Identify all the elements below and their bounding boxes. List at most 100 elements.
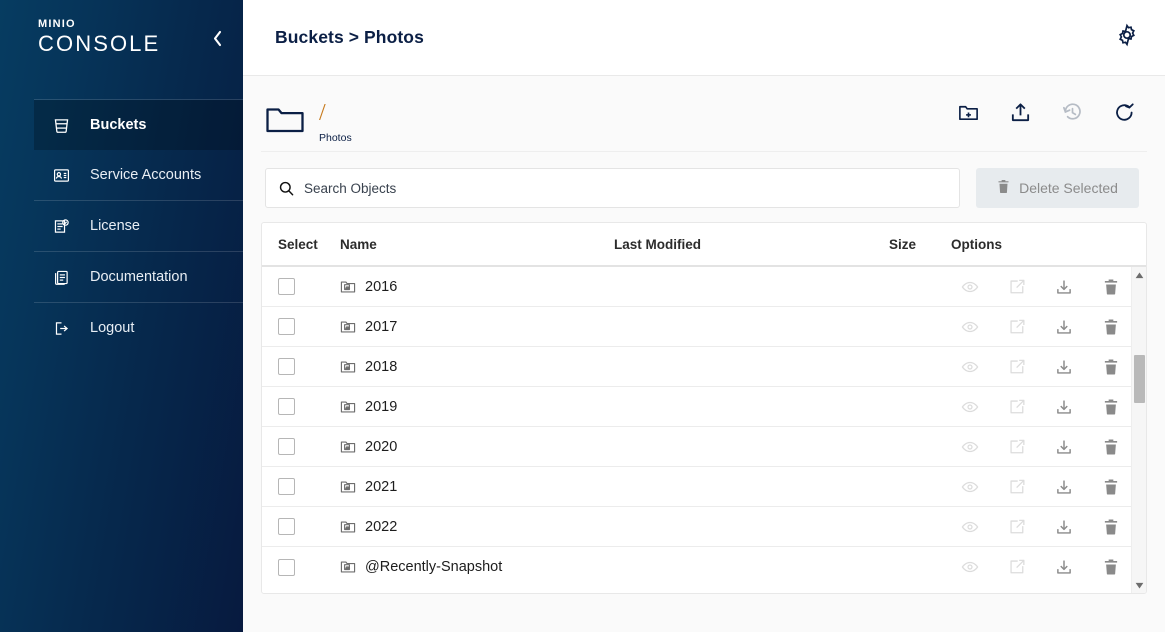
delete-icon[interactable] (1101, 317, 1121, 337)
upload-icon (1009, 101, 1032, 129)
table-row[interactable]: @Recently-Snapshot (262, 547, 1131, 587)
column-header-size: Size (889, 237, 951, 252)
settings-button[interactable] (1111, 22, 1143, 54)
version-history-button[interactable] (1059, 102, 1085, 128)
sidebar-item-label: Logout (90, 320, 134, 336)
delete-icon[interactable] (1101, 397, 1121, 417)
preview-icon[interactable] (960, 317, 980, 337)
delete-selected-button[interactable]: Delete Selected (976, 168, 1139, 208)
preview-icon[interactable] (960, 477, 980, 497)
row-name-cell[interactable]: 2019 (340, 399, 614, 415)
content-panel: / Photos (243, 76, 1165, 632)
sidebar-item-label: Buckets (90, 117, 146, 133)
row-options-cell (951, 557, 1131, 577)
row-name-cell[interactable]: 2022 (340, 519, 614, 535)
row-name-cell[interactable]: 2017 (340, 319, 614, 335)
row-name-label: 2018 (365, 359, 397, 375)
table-row[interactable]: 2016 (262, 267, 1131, 307)
search-objects-box[interactable] (265, 168, 960, 208)
sidebar: MINIO CONSOLE Buckets Service Accoun (0, 0, 243, 632)
folder-object-icon (340, 479, 356, 495)
delete-icon[interactable] (1101, 437, 1121, 457)
search-input[interactable] (304, 181, 947, 196)
share-icon[interactable] (1007, 477, 1027, 497)
sidebar-item-license[interactable]: License (34, 201, 243, 251)
row-name-cell[interactable]: 2016 (340, 279, 614, 295)
row-checkbox[interactable] (278, 478, 295, 495)
folder-object-icon (340, 519, 356, 535)
row-name-cell[interactable]: 2018 (340, 359, 614, 375)
collapse-sidebar-button[interactable] (209, 28, 225, 48)
scrollbar-thumb[interactable] (1134, 355, 1145, 403)
row-checkbox[interactable] (278, 559, 295, 576)
sidebar-item-label: License (90, 218, 140, 234)
preview-icon[interactable] (960, 357, 980, 377)
delete-icon[interactable] (1101, 277, 1121, 297)
delete-selected-label: Delete Selected (1019, 180, 1118, 196)
scroll-up-arrow[interactable] (1132, 267, 1147, 283)
scroll-down-arrow[interactable] (1132, 577, 1147, 593)
delete-icon[interactable] (1101, 517, 1121, 537)
share-icon[interactable] (1007, 517, 1027, 537)
share-icon[interactable] (1007, 437, 1027, 457)
sidebar-item-documentation[interactable]: Documentation (34, 252, 243, 302)
preview-icon[interactable] (960, 557, 980, 577)
object-browser-header: / Photos (261, 76, 1147, 152)
table-row[interactable]: 2019 (262, 387, 1131, 427)
table-row[interactable]: 2022 (262, 507, 1131, 547)
share-icon[interactable] (1007, 397, 1027, 417)
search-icon (278, 180, 295, 197)
row-checkbox[interactable] (278, 518, 295, 535)
download-icon[interactable] (1054, 317, 1074, 337)
license-icon (52, 217, 78, 236)
sidebar-item-service-accounts[interactable]: Service Accounts (34, 150, 243, 200)
preview-icon[interactable] (960, 437, 980, 457)
preview-icon[interactable] (960, 517, 980, 537)
row-checkbox[interactable] (278, 438, 295, 455)
share-icon[interactable] (1007, 317, 1027, 337)
row-options-cell (951, 477, 1131, 497)
history-icon (1061, 101, 1084, 129)
download-icon[interactable] (1054, 517, 1074, 537)
download-icon[interactable] (1054, 277, 1074, 297)
row-name-cell[interactable]: 2021 (340, 479, 614, 495)
row-name-label: 2021 (365, 479, 397, 495)
row-checkbox[interactable] (278, 318, 295, 335)
search-row: Delete Selected (261, 152, 1147, 222)
table-row[interactable]: 2021 (262, 467, 1131, 507)
row-checkbox[interactable] (278, 398, 295, 415)
preview-icon[interactable] (960, 397, 980, 417)
sidebar-item-buckets[interactable]: Buckets (34, 100, 243, 150)
download-icon[interactable] (1054, 477, 1074, 497)
share-icon[interactable] (1007, 557, 1027, 577)
download-icon[interactable] (1054, 397, 1074, 417)
share-icon[interactable] (1007, 357, 1027, 377)
row-select-cell (278, 438, 340, 455)
row-name-cell[interactable]: @Recently-Snapshot (340, 559, 614, 575)
table-row[interactable]: 2018 (262, 347, 1131, 387)
table-row[interactable]: 2020 (262, 427, 1131, 467)
download-icon[interactable] (1054, 557, 1074, 577)
table-scrollbar[interactable] (1131, 267, 1146, 593)
refresh-button[interactable] (1111, 102, 1137, 128)
sidebar-item-logout[interactable]: Logout (34, 303, 243, 353)
download-icon[interactable] (1054, 357, 1074, 377)
create-new-path-button[interactable] (955, 102, 981, 128)
row-name-label: 2016 (365, 279, 397, 295)
share-icon[interactable] (1007, 277, 1027, 297)
delete-icon[interactable] (1101, 477, 1121, 497)
folder-object-icon (340, 319, 356, 335)
row-options-cell (951, 397, 1131, 417)
row-name-cell[interactable]: 2020 (340, 439, 614, 455)
delete-icon[interactable] (1101, 557, 1121, 577)
download-icon[interactable] (1054, 437, 1074, 457)
folder-object-icon (340, 559, 356, 575)
column-header-select: Select (278, 237, 340, 252)
delete-icon[interactable] (1101, 357, 1121, 377)
row-checkbox[interactable] (278, 278, 295, 295)
sidebar-nav: Buckets Service Accounts License (0, 99, 243, 353)
preview-icon[interactable] (960, 277, 980, 297)
upload-button[interactable] (1007, 102, 1033, 128)
table-row[interactable]: 2017 (262, 307, 1131, 347)
row-checkbox[interactable] (278, 358, 295, 375)
